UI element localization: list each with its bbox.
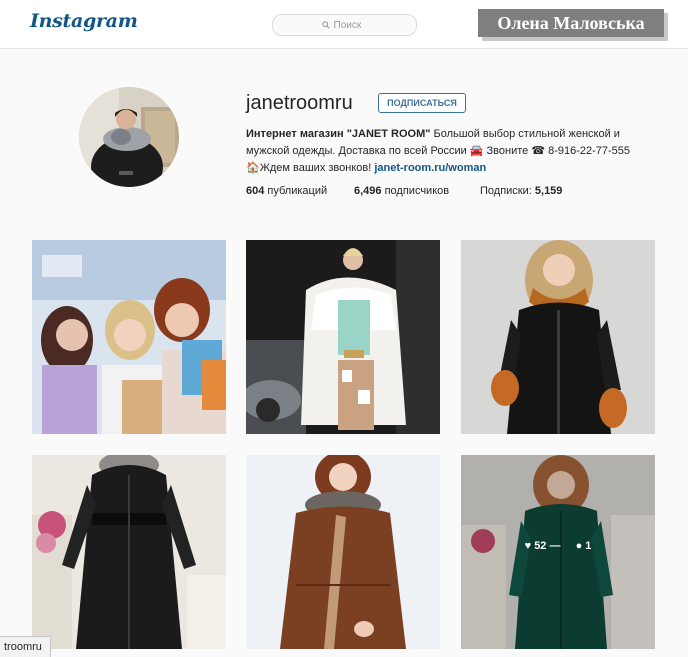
follow-button[interactable]: ПОДПИСАТЬСЯ bbox=[378, 93, 466, 113]
following-label: Подписки: bbox=[480, 185, 532, 197]
comments-stat: ● 1 bbox=[576, 540, 592, 552]
post-image-black-down-coat bbox=[32, 455, 226, 649]
likes-count: 52 bbox=[534, 540, 547, 552]
post-tile-2[interactable] bbox=[246, 240, 440, 434]
comments-count: 1 bbox=[585, 540, 592, 552]
profile-bio: Интернет магазин "JANET ROOM" Большой вы… bbox=[246, 126, 636, 177]
comment-icon: ● bbox=[575, 540, 583, 552]
post-hover-overlay: ♥ 52 — ● 1 bbox=[461, 540, 655, 552]
top-header: Instagram Олена Маловська bbox=[0, 0, 688, 49]
following-count: 5,159 bbox=[534, 185, 563, 197]
followers-count: 6,496 bbox=[354, 185, 382, 197]
website-link[interactable]: janet-room.ru/woman bbox=[374, 162, 486, 174]
heart-icon: ♥ bbox=[524, 540, 532, 552]
bio-name: Интернет магазин "JANET ROOM" bbox=[246, 128, 431, 140]
post-image-white-fur bbox=[246, 240, 440, 434]
posts-count: 604 bbox=[246, 185, 265, 197]
post-image-shopping bbox=[32, 240, 226, 434]
post-image-green-coat bbox=[461, 455, 655, 649]
post-tile-1[interactable] bbox=[32, 240, 226, 434]
profile-username: janetroomru bbox=[246, 92, 353, 114]
followers-label: подписчиков bbox=[384, 185, 450, 197]
profile-avatar[interactable] bbox=[79, 87, 179, 187]
post-tile-3[interactable] bbox=[461, 240, 655, 434]
followers-stat[interactable]: 6,496 подписчиков bbox=[354, 185, 449, 197]
search-box[interactable] bbox=[272, 14, 417, 36]
posts-stat: 604 публикаций bbox=[246, 185, 327, 197]
post-tile-6[interactable]: ♥ 52 — ● 1 bbox=[461, 455, 655, 649]
post-tile-5[interactable] bbox=[246, 455, 440, 649]
following-stat[interactable]: Подписки: 5,159 bbox=[480, 185, 562, 197]
search-icon bbox=[321, 21, 330, 29]
search-input[interactable] bbox=[333, 19, 368, 31]
instagram-logo[interactable]: Instagram bbox=[30, 10, 138, 32]
posts-label: публикаций bbox=[267, 185, 328, 197]
watermark-label: Олена Маловська bbox=[478, 9, 664, 37]
post-tile-4[interactable] bbox=[32, 455, 226, 649]
likes-stat: ♥ 52 — bbox=[525, 540, 564, 552]
post-image-leather-jacket bbox=[461, 240, 655, 434]
browser-status-bar: troomru bbox=[0, 636, 51, 657]
post-image-brown-coat bbox=[246, 455, 440, 649]
likes-dash: — bbox=[549, 540, 561, 552]
